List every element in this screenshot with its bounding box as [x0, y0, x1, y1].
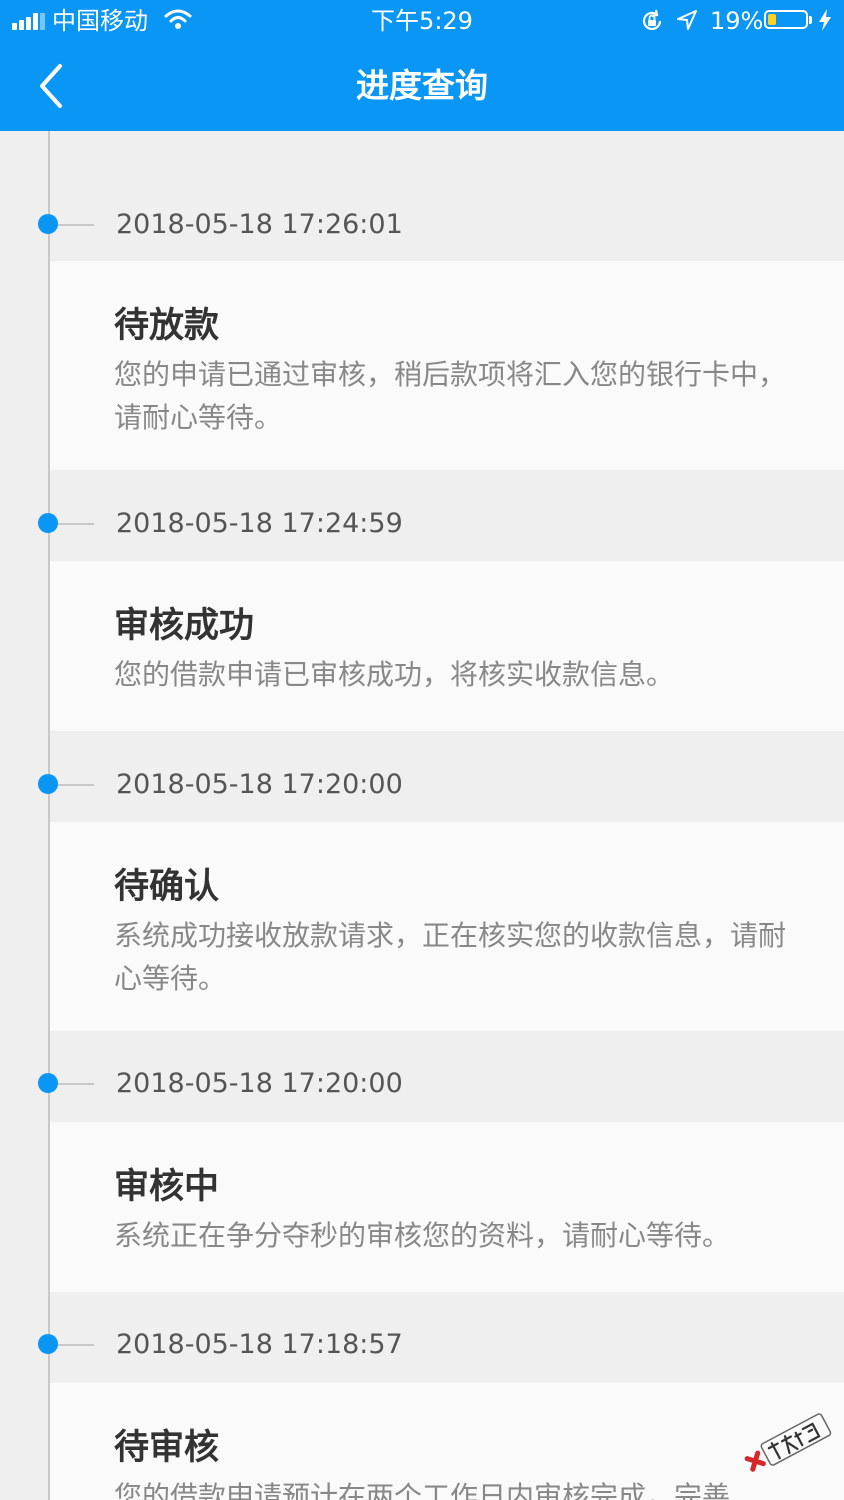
timeline-stamp: 2018-05-18 17:26:01: [0, 180, 844, 270]
timeline-card: 审核成功 您的借款申请已审核成功，将核实收款信息。: [50, 561, 844, 731]
timeline-tick: [58, 1083, 94, 1085]
timeline-datetime: 2018-05-18 17:24:59: [116, 508, 403, 539]
charging-icon: [819, 9, 831, 31]
timeline-card: 待放款 您的申请已通过审核，稍后款项将汇入您的银行卡中，请耐心等待。: [50, 261, 844, 470]
card-title: 审核成功: [114, 606, 255, 646]
timeline-stamp: 2018-05-18 17:20:00: [0, 740, 844, 830]
timeline-tick: [58, 224, 94, 226]
status-bar: 中国移动 下午5:29 19%: [0, 0, 844, 44]
app-header: 中国移动 下午5:29 19% 进度查询: [0, 0, 844, 131]
timeline-stamp: 2018-05-18 17:20:00: [0, 1039, 844, 1129]
card-description: 系统正在争分夺秒的审核您的资料，请耐心等待。: [114, 1219, 731, 1252]
card-title: 待审核: [114, 1428, 220, 1468]
timeline-datetime: 2018-05-18 17:20:00: [116, 769, 403, 800]
card-description: 您的申请已通过审核，稍后款项将汇入您的银行卡中，请耐心等待。: [114, 358, 787, 434]
timeline-datetime: 2018-05-18 17:20:00: [116, 1068, 403, 1099]
card-description: 您的借款申请预计在两个工作日内审核完成，完善: [114, 1480, 731, 1500]
timeline-datetime: 2018-05-18 17:18:57: [116, 1329, 403, 1360]
timeline-dot: [38, 1334, 58, 1354]
rotation-lock-icon: [642, 9, 662, 30]
card-description: 系统成功接收放款请求，正在核实您的收款信息，请耐心等待。: [114, 919, 787, 995]
timeline-tick: [58, 784, 94, 786]
timeline-dot: [38, 1073, 58, 1093]
timeline-tick: [58, 523, 94, 525]
card-title: 待确认: [114, 867, 220, 907]
timeline-card: 审核中 系统正在争分夺秒的审核您的资料，请耐心等待。: [50, 1122, 844, 1292]
timeline-tick: [58, 1344, 94, 1346]
watermark-logo: [744, 1413, 832, 1472]
card-title: 审核中: [114, 1167, 220, 1207]
card-description: 您的借款申请已审核成功，将核实收款信息。: [114, 658, 675, 691]
timeline-stamp: 2018-05-18 17:24:59: [0, 479, 844, 569]
battery-tip: [809, 16, 812, 24]
card-title: 待放款: [114, 306, 220, 346]
battery-percent: 19%: [710, 7, 764, 35]
battery-icon: [764, 10, 808, 29]
timeline-card: 待审核 您的借款申请预计在两个工作日内审核完成，完善: [50, 1383, 844, 1500]
timeline-dot: [38, 774, 58, 794]
location-icon: [677, 10, 697, 30]
battery-level: [768, 14, 776, 25]
timeline-dot: [38, 214, 58, 234]
timeline-stamp: 2018-05-18 17:18:57: [0, 1300, 844, 1390]
page-title: 进度查询: [356, 66, 488, 105]
timeline-card: 待确认 系统成功接收放款请求，正在核实您的收款信息，请耐心等待。: [50, 822, 844, 1031]
timeline-dot: [38, 513, 58, 533]
timeline-datetime: 2018-05-18 17:26:01: [116, 209, 403, 240]
